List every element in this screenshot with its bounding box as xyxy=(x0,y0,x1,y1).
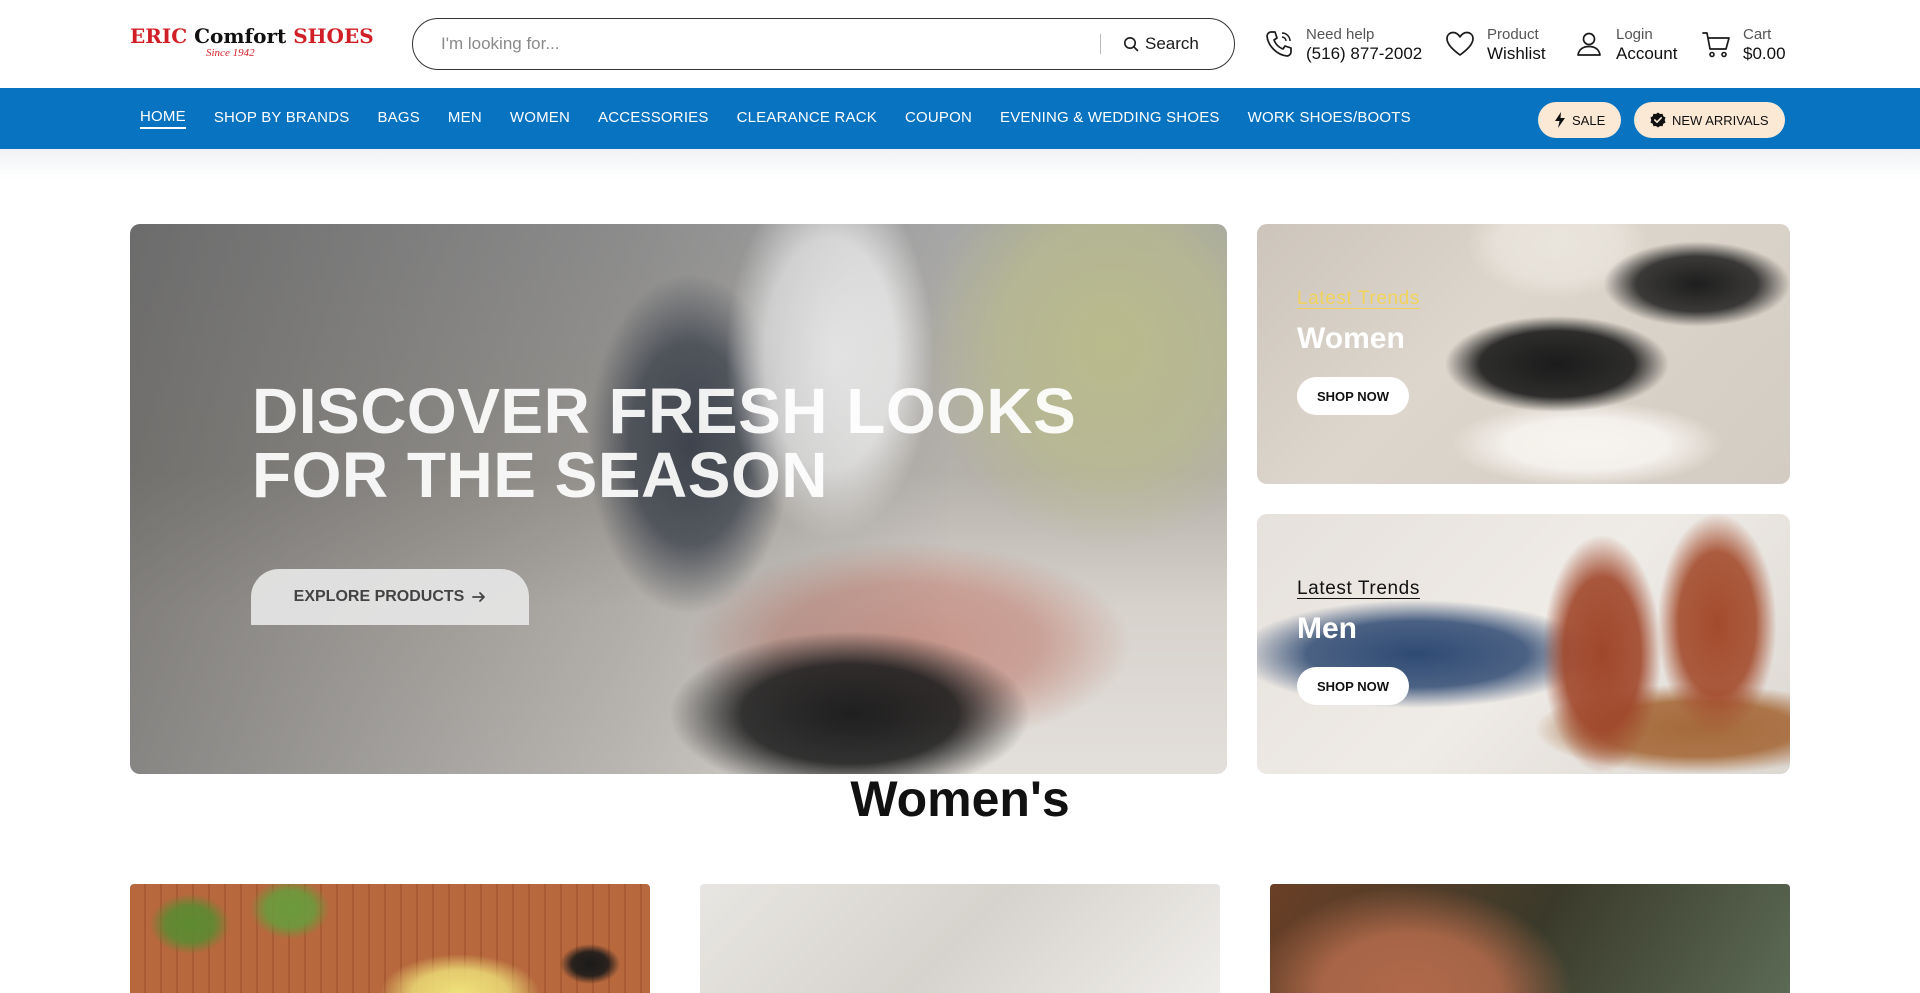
nav-link-women[interactable]: WOMEN xyxy=(510,109,570,128)
account-label-small: Login xyxy=(1616,26,1653,43)
sale-label: SALE xyxy=(1572,112,1606,128)
explore-products-button[interactable]: EXPLORE PRODUCTS xyxy=(251,569,529,625)
product-card-image[interactable] xyxy=(700,884,1220,993)
help-label: Need help xyxy=(1306,26,1375,43)
search-divider xyxy=(1100,34,1101,54)
nav-link-coupon[interactable]: COUPON xyxy=(905,109,972,128)
lightning-icon xyxy=(1555,112,1565,128)
new-arrivals-button[interactable]: NEW ARRIVALS xyxy=(1634,102,1785,138)
product-card-image[interactable] xyxy=(1270,884,1790,993)
cart-total: $0.00 xyxy=(1743,44,1786,63)
explore-products-label: EXPLORE PRODUCTS xyxy=(293,588,465,605)
promo-men-subtitle: Latest Trends xyxy=(1297,578,1420,599)
arrow-right-icon xyxy=(472,592,486,602)
wishlist-label: Wishlist xyxy=(1487,44,1546,63)
cart-link[interactable]: Cart $0.00 xyxy=(1699,22,1786,66)
logo-word-shoes: SHOES xyxy=(293,24,374,48)
promo-card-women[interactable]: Latest Trends Women SHOP NOW xyxy=(1257,224,1790,484)
main-nav: HOME SHOP BY BRANDS BAGS MEN WOMEN ACCES… xyxy=(0,88,1920,149)
promo-men-title: Men xyxy=(1297,612,1357,645)
nav-link-men[interactable]: MEN xyxy=(448,109,482,128)
nav-link-shop-by-brands[interactable]: SHOP BY BRANDS xyxy=(214,109,350,128)
section-title-womens: Women's xyxy=(850,771,1070,827)
shop-now-men-button[interactable]: SHOP NOW xyxy=(1297,667,1409,705)
hero-title-line2: FOR THE SEASON xyxy=(252,439,828,511)
logo[interactable]: ERIC Comfort SHOES Since 1942 xyxy=(130,24,374,60)
logo-word-eric: ERIC xyxy=(130,24,188,48)
promo-women-subtitle: Latest Trends xyxy=(1297,288,1420,309)
search-bar: Search xyxy=(412,18,1235,70)
site-header: ERIC Comfort SHOES Since 1942 Search Nee… xyxy=(0,0,1920,88)
logo-word-comfort: Comfort xyxy=(194,24,287,48)
help-contact[interactable]: Need help (516) 877-2002 xyxy=(1262,22,1422,66)
nav-link-work-shoes-boots[interactable]: WORK SHOES/BOOTS xyxy=(1248,109,1411,128)
search-button-label: Search xyxy=(1145,34,1199,53)
sale-button[interactable]: SALE xyxy=(1538,102,1622,138)
nav-link-accessories[interactable]: ACCESSORIES xyxy=(598,109,709,128)
hero-title: DISCOVER FRESH LOOKS FOR THE SEASON xyxy=(252,379,1152,507)
heart-icon xyxy=(1443,27,1477,61)
promo-card-men[interactable]: Latest Trends Men SHOP NOW xyxy=(1257,514,1790,774)
promo-women-title: Women xyxy=(1297,322,1405,355)
phone-icon xyxy=(1262,27,1296,61)
nav-links: HOME SHOP BY BRANDS BAGS MEN WOMEN ACCES… xyxy=(140,88,1411,149)
search-input[interactable] xyxy=(441,19,1181,69)
wishlist-label-small: Product xyxy=(1487,26,1539,43)
shop-now-women-button[interactable]: SHOP NOW xyxy=(1297,377,1409,415)
help-phone: (516) 877-2002 xyxy=(1306,44,1423,63)
nav-link-evening-wedding-shoes[interactable]: EVENING & WEDDING SHOES xyxy=(1000,109,1220,128)
new-arrivals-label: NEW ARRIVALS xyxy=(1672,112,1769,128)
cart-icon xyxy=(1699,27,1733,61)
cart-label: Cart xyxy=(1743,26,1772,43)
nav-link-clearance-rack[interactable]: CLEARANCE RACK xyxy=(737,109,877,128)
wishlist-link[interactable]: Product Wishlist xyxy=(1443,22,1546,66)
account-link[interactable]: Login Account xyxy=(1572,22,1677,66)
search-button[interactable]: Search xyxy=(1123,29,1219,59)
account-label: Account xyxy=(1616,44,1678,63)
logo-since: Since 1942 xyxy=(206,47,255,59)
hero-banner: DISCOVER FRESH LOOKS FOR THE SEASON EXPL… xyxy=(130,224,1227,774)
search-icon xyxy=(1124,37,1139,52)
product-card-image[interactable] xyxy=(130,884,650,993)
badge-check-icon xyxy=(1650,112,1666,128)
nav-link-bags[interactable]: BAGS xyxy=(377,109,419,128)
nav-link-home[interactable]: HOME xyxy=(140,108,186,129)
hero-title-line1: DISCOVER FRESH LOOKS xyxy=(252,375,1077,447)
logo-wordmark: ERIC Comfort SHOES xyxy=(130,24,374,48)
nav-shadow xyxy=(0,149,1920,179)
user-icon xyxy=(1572,27,1606,61)
